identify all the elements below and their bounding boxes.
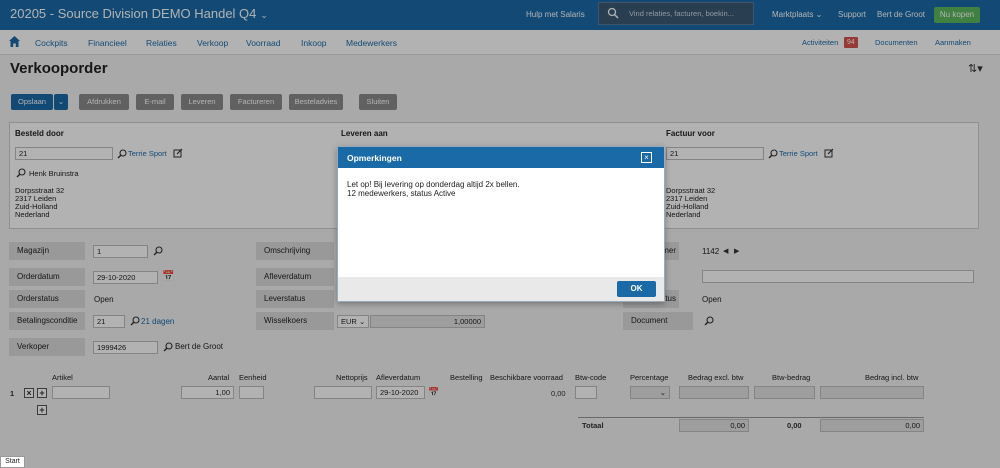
remark-line: 12 medewerkers, status Active	[347, 189, 456, 198]
dialog-body: Let op! Bij levering op donderdag altijd…	[347, 180, 520, 198]
remark-line: Let op! Bij levering op donderdag altijd…	[347, 180, 520, 189]
dialog-header: Opmerkingen ×	[338, 147, 664, 168]
remarks-dialog: Opmerkingen × Let op! Bij levering op do…	[337, 146, 665, 302]
start-button[interactable]: Start	[0, 456, 25, 468]
close-icon[interactable]: ×	[641, 152, 652, 163]
dialog-title: Opmerkingen	[347, 153, 402, 163]
dialog-footer: OK	[338, 277, 664, 301]
ok-button[interactable]: OK	[617, 281, 656, 297]
